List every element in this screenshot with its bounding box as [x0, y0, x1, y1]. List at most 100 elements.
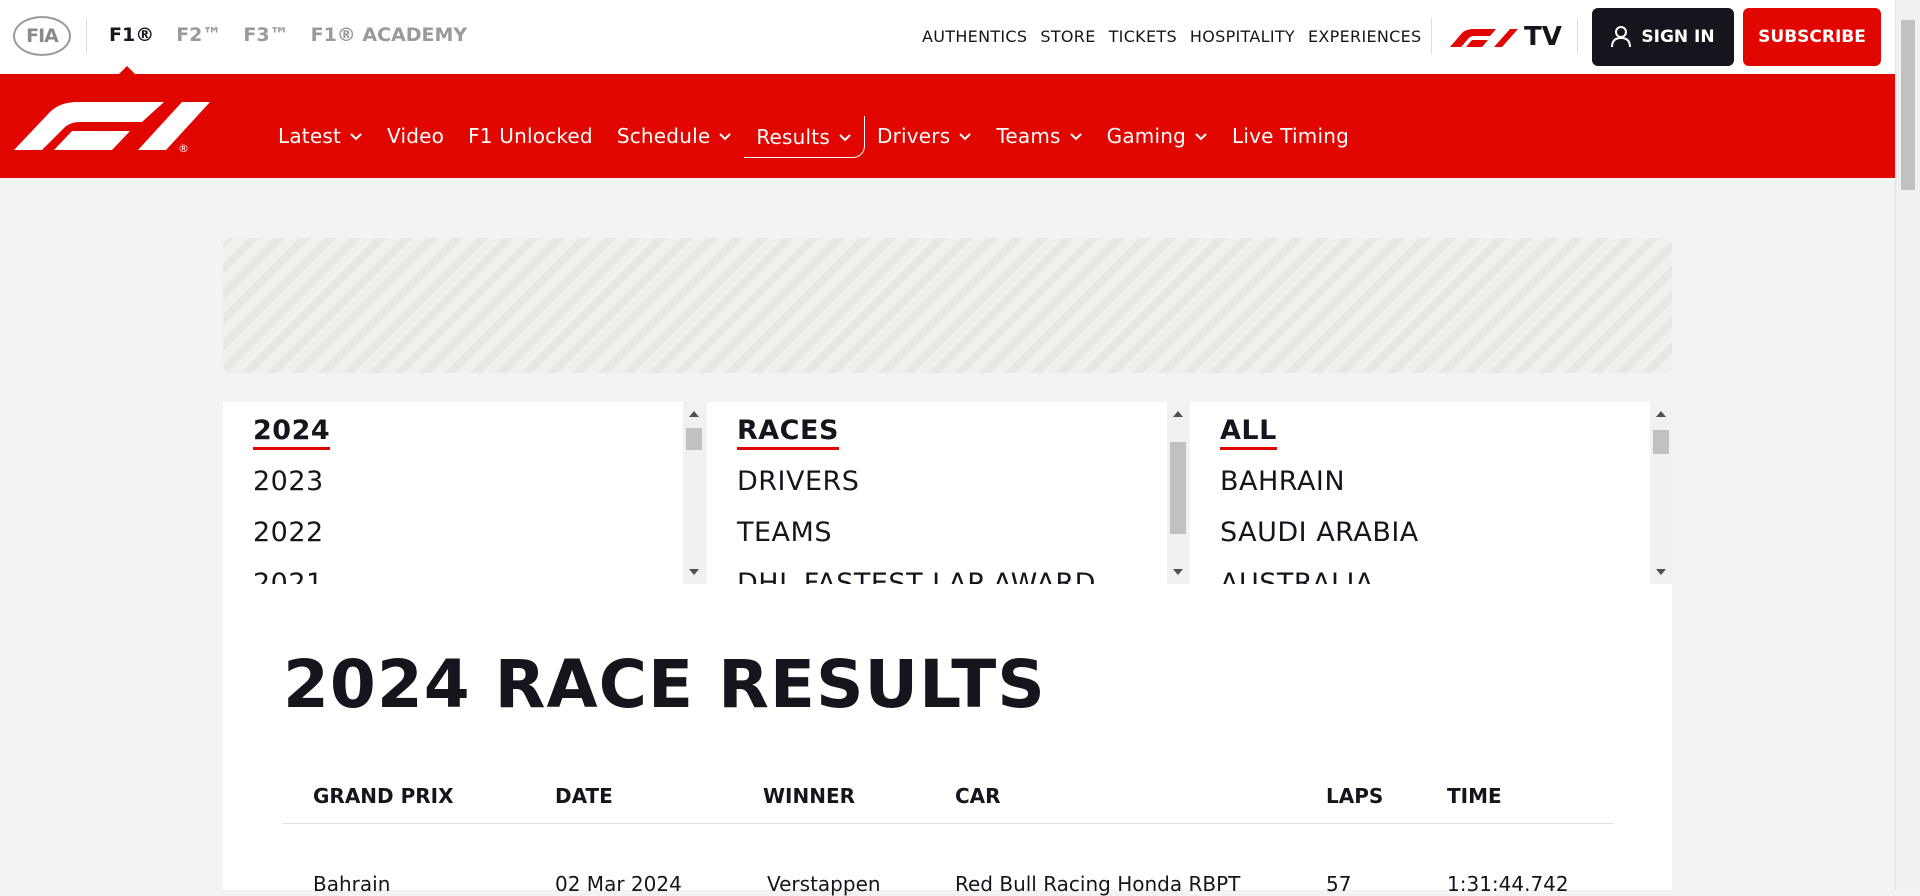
series-f1-academy-link[interactable]: F1® ACADEMY: [311, 24, 468, 46]
nav-item-label: Drivers: [876, 124, 951, 148]
cell-date: 02 Mar 2024: [555, 872, 682, 896]
divider: [1577, 18, 1578, 54]
column-header-car: CAR: [955, 784, 1001, 808]
nav-item-label: F1 Unlocked: [468, 124, 593, 148]
scroll-up-icon[interactable]: [689, 411, 699, 417]
nav-item-live-timing[interactable]: Live Timing: [1220, 116, 1361, 156]
category-filter: RACES DRIVERS TEAMS DHL FASTEST LAP AWAR…: [707, 402, 1189, 584]
event-option[interactable]: BAHRAIN: [1220, 461, 1672, 512]
chevron-down-icon: [350, 133, 362, 141]
scroll-down-icon[interactable]: [689, 569, 699, 575]
nav-item-schedule[interactable]: Schedule: [605, 116, 745, 156]
scrollbar-thumb[interactable]: [686, 428, 702, 450]
subscribe-label: SUBSCRIBE: [1758, 27, 1866, 47]
category-option[interactable]: DHL FASTEST LAP AWARD: [737, 563, 1189, 584]
nav-item-video[interactable]: Video: [375, 116, 456, 156]
subscribe-button[interactable]: SUBSCRIBE: [1743, 8, 1881, 66]
cell-grand-prix[interactable]: Bahrain: [313, 872, 390, 896]
chevron-down-icon: [839, 133, 851, 141]
divider: [1431, 18, 1432, 54]
experiences-link[interactable]: EXPERIENCES: [1308, 27, 1421, 46]
svg-text:®: ®: [178, 142, 189, 154]
nav-items: Latest Video F1 Unlocked Schedule Result…: [266, 116, 1361, 158]
year-option[interactable]: 2023: [253, 461, 705, 512]
category-option[interactable]: TEAMS: [737, 512, 1189, 563]
store-link[interactable]: STORE: [1040, 27, 1095, 46]
nav-item-label: Schedule: [616, 124, 711, 148]
year-option[interactable]: 2024: [253, 410, 705, 461]
series-f3-link[interactable]: F3™: [243, 24, 288, 46]
nav-item-gaming[interactable]: Gaming: [1095, 116, 1220, 156]
category-filter-scrollbar[interactable]: [1167, 402, 1189, 584]
nav-item-label: Live Timing: [1232, 124, 1349, 148]
top-links: AUTHENTICS STORE TICKETS HOSPITALITY EXP…: [922, 27, 1422, 46]
results-card: 2024 RACE RESULTS GRAND PRIX DATE WINNER…: [223, 584, 1672, 896]
scroll-down-icon[interactable]: [1173, 569, 1183, 575]
page-scrollbar-thumb[interactable]: [1901, 20, 1915, 190]
chevron-down-icon: [719, 133, 732, 141]
top-bar: FIA F1® F2™ F3™ F1® ACADEMY AUTHENTICS S…: [0, 0, 1895, 75]
nav-item-label: Latest: [278, 124, 342, 148]
event-option[interactable]: ALL: [1220, 410, 1672, 461]
page-title: 2024 RACE RESULTS: [283, 646, 1046, 723]
f1tv-link[interactable]: TV: [1448, 22, 1562, 52]
column-header-date: DATE: [555, 784, 613, 808]
chevron-down-icon: [1069, 133, 1082, 141]
event-filter-scrollbar[interactable]: [1650, 402, 1672, 584]
sign-in-button[interactable]: SIGN IN: [1592, 8, 1734, 66]
ad-placeholder: [223, 238, 1672, 373]
results-table-header: GRAND PRIX DATE WINNER CAR LAPS TIME: [283, 784, 1613, 824]
sign-in-label: SIGN IN: [1641, 27, 1715, 47]
column-header-time: TIME: [1447, 784, 1502, 808]
nav-item-teams[interactable]: Teams: [984, 116, 1094, 156]
scroll-up-icon[interactable]: [1173, 411, 1183, 417]
f1-logo-icon[interactable]: ®: [14, 100, 210, 154]
f1-logo-icon: [1450, 29, 1518, 47]
divider: [86, 18, 87, 54]
f1tv-label: TV: [1524, 22, 1562, 52]
cell-car: Red Bull Racing Honda RBPT: [955, 872, 1241, 896]
cell-time: 1:31:44.742: [1447, 872, 1569, 896]
event-option[interactable]: AUSTRALIA: [1220, 563, 1672, 584]
series-f2-link[interactable]: F2™: [176, 24, 221, 46]
authentics-link[interactable]: AUTHENTICS: [922, 27, 1027, 46]
event-filter: ALL BAHRAIN SAUDI ARABIA AUSTRALIA: [1190, 402, 1672, 584]
chevron-down-icon: [1195, 133, 1207, 141]
column-header-laps: LAPS: [1326, 784, 1384, 808]
page-scrollbar[interactable]: [1895, 0, 1920, 890]
nav-item-results[interactable]: Results: [744, 116, 865, 158]
cell-laps: 57: [1326, 872, 1352, 896]
column-header-grand-prix: GRAND PRIX: [313, 784, 454, 808]
nav-item-label: Video: [387, 124, 445, 148]
chevron-down-icon: [959, 133, 972, 141]
nav-item-label: Teams: [996, 124, 1061, 148]
nav-item-latest[interactable]: Latest: [266, 116, 375, 156]
scrollbar-thumb[interactable]: [1653, 430, 1669, 454]
event-option-label: ALL: [1220, 415, 1277, 450]
year-option[interactable]: 2021: [253, 563, 705, 584]
hospitality-link[interactable]: HOSPITALITY: [1190, 27, 1295, 46]
year-option[interactable]: 2022: [253, 512, 705, 563]
nav-item-f1-unlocked[interactable]: F1 Unlocked: [456, 116, 605, 156]
fia-logo[interactable]: FIA: [13, 16, 71, 56]
series-f1-link[interactable]: F1®: [109, 24, 154, 46]
year-filter: 2024 2023 2022 2021: [223, 402, 705, 584]
tickets-link[interactable]: TICKETS: [1109, 27, 1177, 46]
year-filter-scrollbar[interactable]: [683, 402, 705, 584]
scrollbar-thumb[interactable]: [1170, 442, 1186, 534]
cell-winner: Verstappen: [767, 872, 881, 896]
category-option[interactable]: DRIVERS: [737, 461, 1189, 512]
nav-item-drivers[interactable]: Drivers: [865, 116, 984, 156]
category-option-label: RACES: [737, 415, 839, 450]
series-switcher: F1® F2™ F3™ F1® ACADEMY: [109, 24, 467, 46]
nav-item-label: Gaming: [1106, 124, 1186, 148]
scroll-up-icon[interactable]: [1656, 411, 1666, 417]
year-option-label: 2024: [253, 415, 331, 450]
column-header-winner: WINNER: [763, 784, 856, 808]
category-option[interactable]: RACES: [737, 410, 1189, 461]
event-option[interactable]: SAUDI ARABIA: [1220, 512, 1672, 563]
fia-logo-text: FIA: [26, 25, 59, 47]
user-icon: [1611, 26, 1632, 48]
scroll-down-icon[interactable]: [1656, 569, 1666, 575]
nav-item-label: Results: [756, 124, 830, 149]
